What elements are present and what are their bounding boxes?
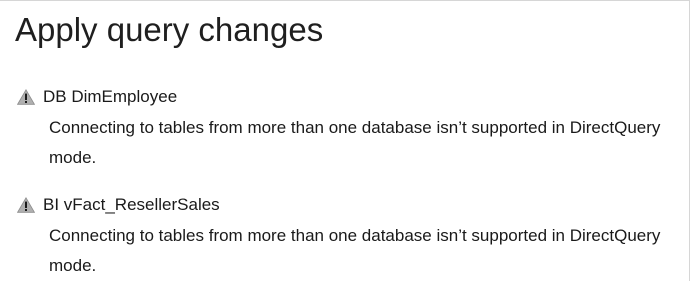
warning-item-name: DB DimEmployee — [43, 87, 178, 106]
warning-item-message: Connecting to tables from more than one … — [49, 118, 661, 167]
apply-query-changes-dialog: Apply query changes DB DimEmployee Conne… — [0, 0, 690, 281]
warning-icon — [17, 89, 35, 105]
warning-item-name: BI vFact_ResellerSales — [43, 195, 220, 214]
warning-icon — [17, 197, 35, 213]
warning-item-message: Connecting to tables from more than one … — [49, 226, 661, 275]
dialog-title: Apply query changes — [15, 11, 324, 48]
